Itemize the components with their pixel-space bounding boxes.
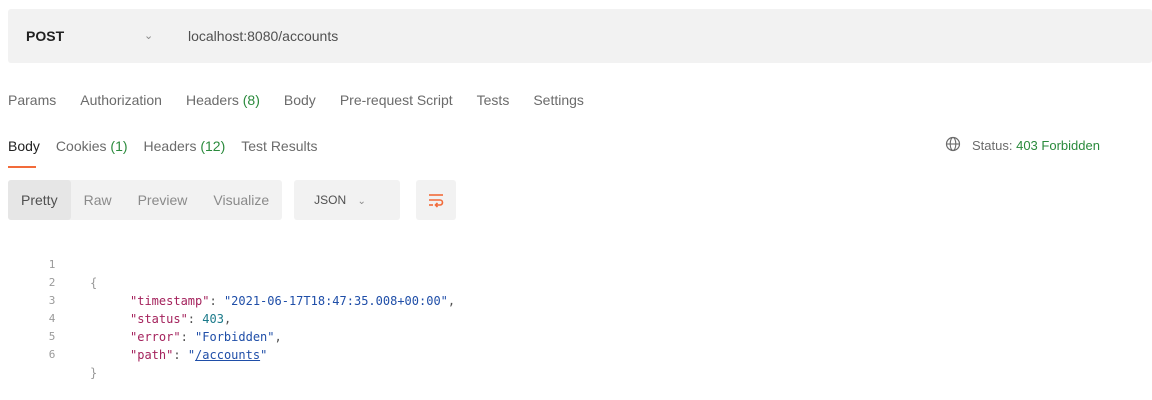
- response-tabs: Body Cookies (1) Headers (12) Test Resul…: [8, 130, 334, 168]
- tab-params[interactable]: Params: [8, 84, 56, 116]
- response-status: Status: 403 Forbidden: [972, 130, 1100, 162]
- format-select-value: JSON: [314, 193, 347, 207]
- wrap-lines-icon: [429, 194, 444, 208]
- chevron-down-icon: ⌄: [357, 196, 366, 207]
- line-number: 6: [48, 348, 56, 361]
- view-raw-button[interactable]: Raw: [71, 180, 125, 220]
- response-tab-test-results[interactable]: Test Results: [241, 130, 317, 162]
- wrap-lines-button[interactable]: [416, 180, 457, 220]
- tab-tests[interactable]: Tests: [477, 84, 510, 116]
- status-badge[interactable]: 403 Forbidden: [1016, 138, 1100, 153]
- code-line: 5 "path": "/accounts": [0, 310, 1152, 362]
- cookies-count-badge: (1): [110, 138, 128, 154]
- code-line: 4 "error": "Forbidden",: [0, 292, 1152, 344]
- tab-body[interactable]: Body: [284, 84, 316, 116]
- chevron-down-icon[interactable]: ⌄: [144, 9, 153, 63]
- response-tab-body[interactable]: Body: [8, 130, 40, 168]
- request-url-bar: POST ⌄ localhost:8080/accounts: [8, 9, 1152, 63]
- url-input[interactable]: localhost:8080/accounts: [188, 9, 338, 63]
- close-brace[interactable]: }: [90, 364, 97, 382]
- json-link-value[interactable]: /accounts: [195, 348, 260, 362]
- tab-headers[interactable]: Headers (8): [186, 84, 260, 116]
- format-select[interactable]: JSON ⌄: [294, 180, 401, 220]
- request-tabs: Params Authorization Headers (8) Body Pr…: [8, 84, 608, 116]
- view-mode-group: Pretty Raw Preview Visualize: [8, 180, 283, 220]
- code-line: 2 "timestamp": "2021-06-17T18:47:35.008+…: [0, 256, 1152, 308]
- response-body-editor[interactable]: 1 { 2 "timestamp": "2021-06-17T18:47:35.…: [0, 238, 1152, 380]
- tab-authorization[interactable]: Authorization: [80, 84, 162, 116]
- response-tab-cookies[interactable]: Cookies (1): [56, 130, 128, 162]
- response-headers-count-badge: (12): [200, 138, 226, 154]
- json-key: "path": [130, 348, 174, 362]
- view-visualize-button[interactable]: Visualize: [200, 180, 282, 220]
- code-line: 3 "status": 403,: [0, 274, 1152, 326]
- headers-count-badge: (8): [242, 92, 260, 108]
- code-line: 1 {: [0, 238, 1152, 290]
- response-tab-headers[interactable]: Headers (12): [144, 130, 226, 162]
- code-line: 6 }: [0, 328, 1152, 380]
- view-preview-button[interactable]: Preview: [125, 180, 201, 220]
- status-label: Status:: [972, 138, 1013, 153]
- view-pretty-button[interactable]: Pretty: [8, 180, 71, 220]
- globe-icon[interactable]: [945, 136, 961, 152]
- method-select[interactable]: POST: [26, 9, 64, 63]
- response-view-toolbar: Pretty Raw Preview Visualize JSON ⌄: [8, 180, 457, 220]
- tab-pre-request-script[interactable]: Pre-request Script: [340, 84, 453, 116]
- tab-settings[interactable]: Settings: [533, 84, 584, 116]
